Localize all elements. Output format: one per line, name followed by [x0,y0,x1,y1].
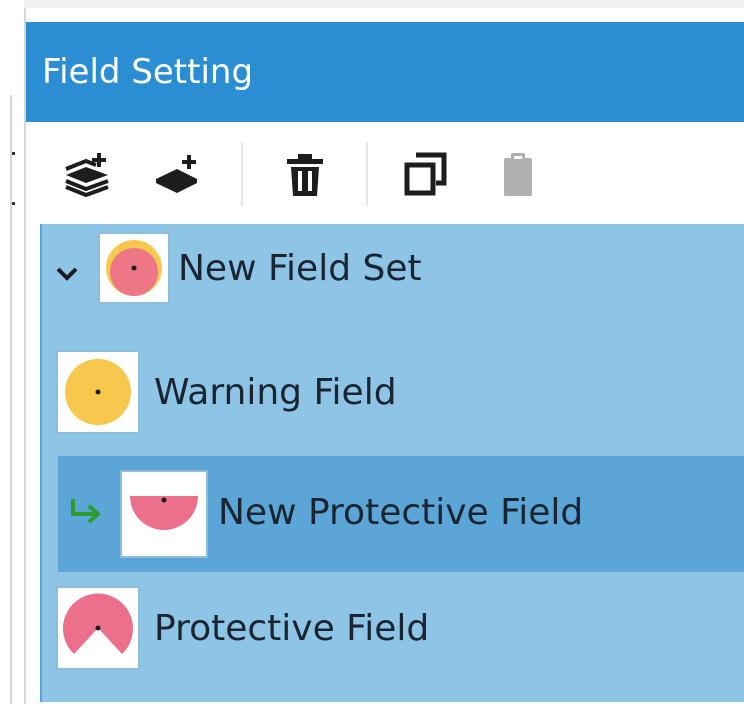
left-panel-edge [0,0,24,704]
field-set-label: New Field Set [178,248,422,289]
splitter-line[interactable] [10,95,12,704]
field-set-thumbnail-icon [98,232,170,304]
panel-header: Field Setting [26,22,744,122]
chevron-down-icon[interactable] [56,267,78,281]
toolbar-separator [241,142,243,206]
window-top-edge [0,0,744,8]
copy-icon [404,152,447,196]
tree-item-protective-field[interactable]: Protective Field [42,572,744,688]
field-label: Warning Field [154,372,397,413]
toolbar [26,122,744,224]
field-tree: New Field Set Warning Field New Protecti… [40,224,744,704]
field-label: Protective Field [154,608,430,649]
copy-button[interactable] [399,148,451,200]
tree-item-warning-field[interactable]: Warning Field [42,340,744,456]
protective-field-thumbnail-icon [120,470,208,558]
panel-title: Field Setting [42,52,254,92]
paste-button[interactable] [492,148,544,200]
green-return-arrow-icon [71,499,102,524]
delete-icon [287,154,323,196]
add-field-set-button[interactable] [62,148,114,200]
tree-item-field-set[interactable]: New Field Set [42,224,744,340]
add-field-icon [156,155,197,193]
field-label: New Protective Field [218,492,584,533]
field-setting-panel: Field Setting New Field Set Warning Fiel… [24,8,744,712]
edge-mark [12,152,15,155]
toolbar-separator [366,142,368,206]
add-field-set-icon [65,153,109,197]
paste-icon [504,153,532,196]
tree-item-new-protective-field[interactable]: New Protective Field [58,456,744,572]
edge-mark [12,202,15,205]
delete-button[interactable] [279,148,331,200]
add-field-button[interactable] [152,148,204,200]
warning-field-thumbnail-icon [56,350,140,434]
protective-field-thumbnail-icon [56,586,140,670]
